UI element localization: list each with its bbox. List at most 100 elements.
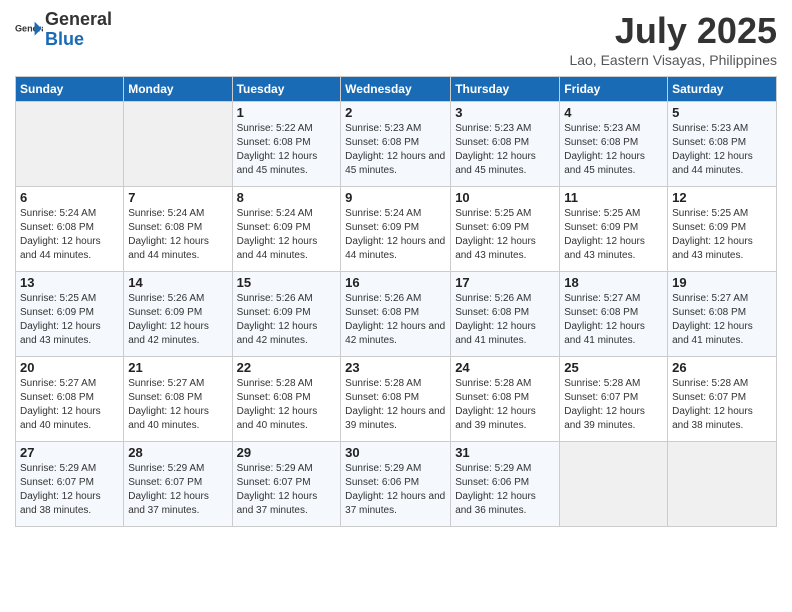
col-friday: Friday xyxy=(560,77,668,102)
calendar-cell: 15 Sunrise: 5:26 AM Sunset: 6:09 PM Dayli… xyxy=(232,272,341,357)
day-number: 12 xyxy=(672,190,772,205)
day-number: 7 xyxy=(128,190,227,205)
calendar-cell: 30Sunrise: 5:29 AM Sunset: 6:06 PM Dayli… xyxy=(341,442,451,527)
day-number: 19 xyxy=(672,275,772,290)
day-number: 8 xyxy=(237,190,337,205)
main-title: July 2025 xyxy=(569,10,777,52)
calendar-cell: 11 Sunrise: 5:25 AM Sunset: 6:09 PM Dayli… xyxy=(560,187,668,272)
logo-text: GeneralBlue xyxy=(45,10,112,50)
day-number: 28 xyxy=(128,445,227,460)
calendar-week-row: 13 Sunrise: 5:25 AM Sunset: 6:09 PM Dayli… xyxy=(16,272,777,357)
day-info: Sunrise: 5:23 AM Sunset: 6:08 PM Dayligh… xyxy=(455,122,555,178)
day-info: Sunrise: 5:24 AM Sunset: 6:09 PM Dayligh… xyxy=(237,207,337,263)
calendar-cell: 29 Sunrise: 5:29 AM Sunset: 6:07 PM Dayli… xyxy=(232,442,341,527)
day-info: Sunrise: 5:26 AM Sunset: 6:08 PM Dayligh… xyxy=(455,292,555,348)
day-info: Sunrise: 5:22 AM Sunset: 6:08 PM Dayligh… xyxy=(237,122,337,178)
col-monday: Monday xyxy=(124,77,232,102)
day-number: 25 xyxy=(564,360,663,375)
day-info: Sunrise: 5:28 AM Sunset: 6:07 PM Dayligh… xyxy=(672,377,772,433)
day-info: Sunrise: 5:26 AM Sunset: 6:09 PM Dayligh… xyxy=(237,292,337,348)
calendar-cell: 13 Sunrise: 5:25 AM Sunset: 6:09 PM Dayli… xyxy=(16,272,124,357)
day-number: 3 xyxy=(455,105,555,120)
day-number: 11 xyxy=(564,190,663,205)
calendar-week-row: 1 Sunrise: 5:22 AM Sunset: 6:08 PM Daylig… xyxy=(16,102,777,187)
calendar-cell: 6Sunrise: 5:24 AM Sunset: 6:08 PM Daylig… xyxy=(16,187,124,272)
logo-icon: General xyxy=(15,16,43,44)
calendar-cell: 17 Sunrise: 5:26 AM Sunset: 6:08 PM Dayli… xyxy=(451,272,560,357)
page: General GeneralBlue July 2025 Lao, Easte… xyxy=(0,0,792,612)
calendar-body: 1 Sunrise: 5:22 AM Sunset: 6:08 PM Daylig… xyxy=(16,102,777,527)
day-info: Sunrise: 5:28 AM Sunset: 6:07 PM Dayligh… xyxy=(564,377,663,433)
day-info: Sunrise: 5:26 AM Sunset: 6:09 PM Dayligh… xyxy=(128,292,227,348)
calendar-cell: 16 Sunrise: 5:26 AM Sunset: 6:08 PM Dayli… xyxy=(341,272,451,357)
calendar-cell: 9 Sunrise: 5:24 AM Sunset: 6:09 PM Daylig… xyxy=(341,187,451,272)
day-number: 21 xyxy=(128,360,227,375)
title-block: July 2025 Lao, Eastern Visayas, Philippi… xyxy=(569,10,777,68)
day-info: Sunrise: 5:28 AM Sunset: 6:08 PM Dayligh… xyxy=(237,377,337,433)
day-info: Sunrise: 5:28 AM Sunset: 6:08 PM Dayligh… xyxy=(345,377,446,433)
day-number: 14 xyxy=(128,275,227,290)
calendar-cell: 20Sunrise: 5:27 AM Sunset: 6:08 PM Dayli… xyxy=(16,357,124,442)
day-info: Sunrise: 5:29 AM Sunset: 6:07 PM Dayligh… xyxy=(128,462,227,518)
day-info: Sunrise: 5:29 AM Sunset: 6:07 PM Dayligh… xyxy=(20,462,119,518)
day-number: 26 xyxy=(672,360,772,375)
calendar-cell: 1 Sunrise: 5:22 AM Sunset: 6:08 PM Daylig… xyxy=(232,102,341,187)
calendar-cell: 2Sunrise: 5:23 AM Sunset: 6:08 PM Daylig… xyxy=(341,102,451,187)
calendar-cell xyxy=(124,102,232,187)
day-number: 13 xyxy=(20,275,119,290)
day-info: Sunrise: 5:28 AM Sunset: 6:08 PM Dayligh… xyxy=(455,377,555,433)
calendar-header: Sunday Monday Tuesday Wednesday Thursday… xyxy=(16,77,777,102)
calendar-cell: 4 Sunrise: 5:23 AM Sunset: 6:08 PM Daylig… xyxy=(560,102,668,187)
calendar-week-row: 20Sunrise: 5:27 AM Sunset: 6:08 PM Dayli… xyxy=(16,357,777,442)
col-saturday: Saturday xyxy=(668,77,777,102)
header: General GeneralBlue July 2025 Lao, Easte… xyxy=(15,10,777,68)
calendar-cell: 21Sunrise: 5:27 AM Sunset: 6:08 PM Dayli… xyxy=(124,357,232,442)
day-number: 1 xyxy=(237,105,337,120)
day-number: 16 xyxy=(345,275,446,290)
day-number: 31 xyxy=(455,445,555,460)
day-info: Sunrise: 5:23 AM Sunset: 6:08 PM Dayligh… xyxy=(672,122,772,178)
calendar-cell xyxy=(560,442,668,527)
day-info: Sunrise: 5:25 AM Sunset: 6:09 PM Dayligh… xyxy=(672,207,772,263)
day-info: Sunrise: 5:24 AM Sunset: 6:09 PM Dayligh… xyxy=(345,207,446,263)
day-number: 23 xyxy=(345,360,446,375)
day-info: Sunrise: 5:23 AM Sunset: 6:08 PM Dayligh… xyxy=(564,122,663,178)
calendar-cell xyxy=(668,442,777,527)
day-number: 24 xyxy=(455,360,555,375)
calendar-cell: 19 Sunrise: 5:27 AM Sunset: 6:08 PM Dayli… xyxy=(668,272,777,357)
calendar-cell xyxy=(16,102,124,187)
day-number: 27 xyxy=(20,445,119,460)
day-number: 29 xyxy=(237,445,337,460)
calendar-cell: 25 Sunrise: 5:28 AM Sunset: 6:07 PM Dayli… xyxy=(560,357,668,442)
day-info: Sunrise: 5:25 AM Sunset: 6:09 PM Dayligh… xyxy=(455,207,555,263)
day-info: Sunrise: 5:23 AM Sunset: 6:08 PM Dayligh… xyxy=(345,122,446,178)
day-info: Sunrise: 5:29 AM Sunset: 6:07 PM Dayligh… xyxy=(237,462,337,518)
calendar-cell: 3 Sunrise: 5:23 AM Sunset: 6:08 PM Daylig… xyxy=(451,102,560,187)
day-number: 15 xyxy=(237,275,337,290)
day-number: 17 xyxy=(455,275,555,290)
calendar-cell: 27 Sunrise: 5:29 AM Sunset: 6:07 PM Dayli… xyxy=(16,442,124,527)
calendar-cell: 14 Sunrise: 5:26 AM Sunset: 6:09 PM Dayli… xyxy=(124,272,232,357)
day-info: Sunrise: 5:29 AM Sunset: 6:06 PM Dayligh… xyxy=(345,462,446,518)
day-info: Sunrise: 5:27 AM Sunset: 6:08 PM Dayligh… xyxy=(672,292,772,348)
calendar-cell: 8 Sunrise: 5:24 AM Sunset: 6:09 PM Daylig… xyxy=(232,187,341,272)
day-number: 9 xyxy=(345,190,446,205)
col-tuesday: Tuesday xyxy=(232,77,341,102)
calendar-cell: 23 Sunrise: 5:28 AM Sunset: 6:08 PM Dayli… xyxy=(341,357,451,442)
day-number: 20 xyxy=(20,360,119,375)
calendar-cell: 31Sunrise: 5:29 AM Sunset: 6:06 PM Dayli… xyxy=(451,442,560,527)
col-wednesday: Wednesday xyxy=(341,77,451,102)
calendar-week-row: 6Sunrise: 5:24 AM Sunset: 6:08 PM Daylig… xyxy=(16,187,777,272)
day-info: Sunrise: 5:25 AM Sunset: 6:09 PM Dayligh… xyxy=(564,207,663,263)
day-number: 4 xyxy=(564,105,663,120)
day-info: Sunrise: 5:26 AM Sunset: 6:08 PM Dayligh… xyxy=(345,292,446,348)
day-info: Sunrise: 5:27 AM Sunset: 6:08 PM Dayligh… xyxy=(564,292,663,348)
day-info: Sunrise: 5:24 AM Sunset: 6:08 PM Dayligh… xyxy=(128,207,227,263)
calendar-cell: 28 Sunrise: 5:29 AM Sunset: 6:07 PM Dayli… xyxy=(124,442,232,527)
day-number: 5 xyxy=(672,105,772,120)
day-number: 10 xyxy=(455,190,555,205)
calendar-week-row: 27 Sunrise: 5:29 AM Sunset: 6:07 PM Dayli… xyxy=(16,442,777,527)
subtitle: Lao, Eastern Visayas, Philippines xyxy=(569,52,777,68)
calendar-cell: 18Sunrise: 5:27 AM Sunset: 6:08 PM Dayli… xyxy=(560,272,668,357)
day-info: Sunrise: 5:25 AM Sunset: 6:09 PM Dayligh… xyxy=(20,292,119,348)
